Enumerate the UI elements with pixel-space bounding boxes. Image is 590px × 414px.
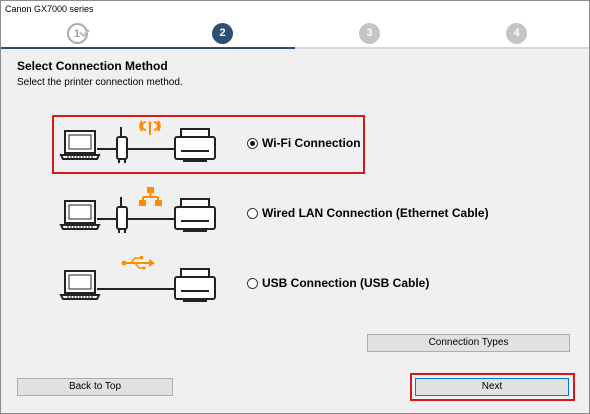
laptop-icon: [59, 130, 101, 160]
wired-lan-radio[interactable]: [247, 208, 258, 219]
step-2-current: 2: [212, 23, 233, 44]
page-title: Select Connection Method: [17, 59, 168, 73]
window-title: Canon GX7000 series: [5, 4, 94, 14]
installer-window: Canon GX7000 series 1 2 3 4 Select Conne…: [0, 0, 590, 414]
checkmark-icon: [79, 26, 90, 38]
step-3: 3: [359, 23, 380, 44]
next-button[interactable]: Next: [415, 378, 569, 396]
printer-icon: [174, 198, 216, 232]
lan-connection-illustration: [59, 187, 216, 233]
step-1-done: 1: [67, 23, 90, 44]
page-subtitle: Select the printer connection method.: [17, 77, 183, 88]
option-wired-lan[interactable]: Wired LAN Connection (Ethernet Cable): [1, 185, 589, 245]
step-indicator: 1 2 3 4: [1, 20, 589, 49]
wifi-icon: [139, 120, 161, 135]
wired-lan-label[interactable]: Wired LAN Connection (Ethernet Cable): [262, 206, 489, 220]
router-icon: [116, 197, 128, 233]
option-wifi[interactable]: Wi-Fi Connection: [1, 115, 589, 175]
main-content: Select Connection Method Select the prin…: [1, 49, 589, 413]
back-to-top-button[interactable]: Back to Top: [17, 378, 173, 396]
usb-icon: [121, 256, 155, 270]
connection-types-button[interactable]: Connection Types: [367, 334, 570, 352]
option-usb[interactable]: USB Connection (USB Cable): [1, 255, 589, 315]
printer-icon: [174, 268, 216, 302]
printer-icon: [174, 128, 216, 162]
usb-connection-illustration: [59, 256, 216, 302]
wifi-connection-illustration: [59, 120, 216, 163]
usb-radio[interactable]: [247, 278, 258, 289]
wifi-radio[interactable]: [247, 138, 258, 149]
wifi-label[interactable]: Wi-Fi Connection: [262, 136, 361, 150]
laptop-icon: [59, 200, 101, 230]
router-icon: [116, 127, 128, 163]
laptop-icon: [59, 270, 101, 300]
usb-label[interactable]: USB Connection (USB Cable): [262, 276, 429, 290]
title-bar: Canon GX7000 series: [1, 1, 589, 20]
lan-icon: [139, 187, 162, 206]
step-4: 4: [506, 23, 527, 44]
